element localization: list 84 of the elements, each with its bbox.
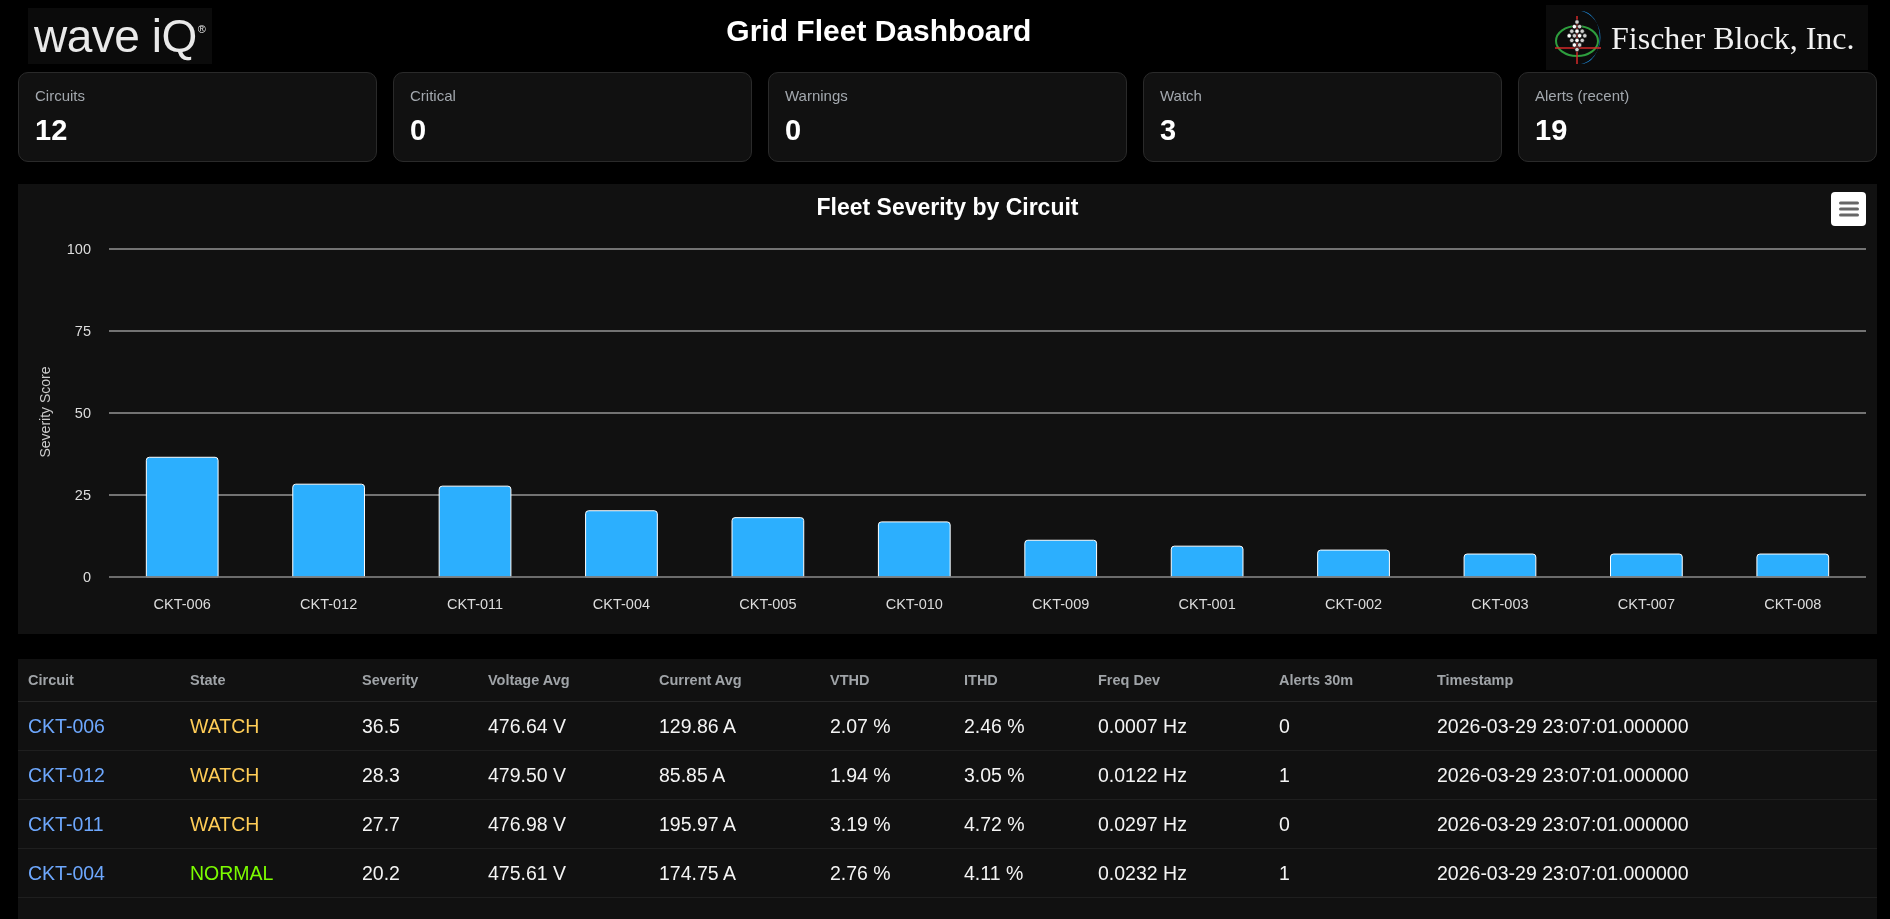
circuit-link[interactable]: CKT-012 — [28, 763, 105, 786]
column-header: Voltage Avg — [478, 659, 649, 702]
dashboard-title: Grid Fleet Dashboard — [726, 13, 1032, 48]
column-header: Severity — [352, 659, 478, 702]
category-label: CKT-010 — [885, 596, 943, 612]
kpi-value: 3 — [1160, 113, 1178, 147]
table-cell: 2026-03-29 23:07:01.000000 — [1427, 750, 1877, 800]
table-cell: 3.05 % — [954, 750, 1088, 800]
category-label: CKT-005 — [739, 596, 797, 612]
category-label: CKT-004 — [592, 596, 651, 612]
kpi-value: 12 — [35, 113, 69, 147]
category-label: CKT-002 — [1324, 596, 1383, 612]
table-cell: 1.94 % — [820, 750, 954, 800]
table-cell: 1 — [1269, 750, 1427, 800]
logo: wave iQ$^{®}$ — [28, 8, 212, 64]
column-header: Circuit — [18, 659, 180, 702]
category-label: CKT-003 — [1471, 596, 1529, 612]
chart-menu-button[interactable] — [1831, 192, 1866, 226]
axis-title: Severity Score — [37, 366, 53, 458]
table-cell: 0.0232 Hz — [1088, 848, 1269, 898]
kpi-value: 0 — [410, 113, 428, 147]
column-header: Freq Dev — [1088, 659, 1269, 702]
table-cell: 85.85 A — [649, 750, 820, 800]
table-cell: 0.0122 Hz — [1088, 750, 1269, 800]
state-label: WATCH — [190, 763, 260, 786]
state-label: WATCH — [190, 812, 260, 835]
company-name: Fischer Block, Inc. — [1611, 18, 1855, 57]
kpi-label: Circuits — [35, 87, 86, 105]
table-cell: 2026-03-29 23:07:01.000000 — [1427, 848, 1877, 898]
table-cell: 475.61 V — [478, 848, 649, 898]
table-cell: 2026-03-29 23:07:01.000000 — [1427, 799, 1877, 849]
table-cell: 28.3 — [352, 750, 478, 800]
table-cell: 36.5 — [352, 701, 478, 751]
column-header: VTHD — [820, 659, 954, 702]
kpi-label: Watch — [1160, 87, 1203, 105]
kpi-label: Alerts (recent) — [1535, 87, 1631, 105]
table-cell: 476.64 V — [478, 701, 649, 751]
category-label: CKT-001 — [1178, 596, 1236, 612]
table-cell: 0 — [1269, 701, 1427, 751]
table-cell: 4.72 % — [954, 799, 1088, 849]
menu-icon — [1838, 201, 1859, 217]
table-cell: 3.19 % — [820, 799, 954, 849]
kpi-label: Warnings — [785, 87, 849, 105]
table-cell: 27.7 — [352, 799, 478, 849]
table-cell: 479.50 V — [478, 750, 649, 800]
axis-tick-label: 50 — [74, 405, 91, 421]
table-cell: 2.07 % — [820, 701, 954, 751]
circuit-link[interactable]: CKT-004 — [28, 861, 105, 884]
state-label: WATCH — [190, 714, 260, 737]
column-header: State — [180, 659, 352, 702]
table-cell: 129.86 A — [649, 701, 820, 751]
column-header: ITHD — [954, 659, 1088, 702]
table-cell: 2026-03-29 23:07:01.000000 — [1427, 701, 1877, 751]
column-header: Alerts 30m — [1269, 659, 1427, 702]
circuit-link[interactable]: CKT-011 — [28, 812, 104, 835]
axis-tick-label: 100 — [66, 241, 91, 257]
table-cell: 2.46 % — [954, 701, 1088, 751]
category-label: CKT-006 — [153, 596, 211, 612]
circuit-link[interactable]: CKT-006 — [28, 714, 105, 737]
category-label: CKT-012 — [300, 596, 358, 612]
category-label: CKT-011 — [446, 596, 504, 612]
state-label: NORMAL — [190, 861, 274, 884]
table-cell: 174.75 A — [649, 848, 820, 898]
kpi-value: 19 — [1535, 113, 1569, 147]
kpi-value: 0 — [785, 113, 803, 147]
category-label: CKT-007 — [1617, 596, 1675, 612]
table-cell: 0.0297 Hz — [1088, 799, 1269, 849]
category-label: CKT-009 — [1032, 596, 1090, 612]
category-label: CKT-008 — [1764, 596, 1822, 612]
chart-title: Fleet Severity by Circuit — [816, 194, 1079, 220]
table-cell: 195.97 A — [649, 799, 820, 849]
table-cell: 0 — [1269, 799, 1427, 849]
column-header: Timestamp — [1427, 659, 1877, 702]
axis-tick-label: 75 — [74, 323, 91, 339]
table-cell: 20.2 — [352, 848, 478, 898]
kpi-label: Critical — [410, 87, 457, 105]
table-cell: 476.98 V — [478, 799, 649, 849]
column-header: Current Avg — [649, 659, 820, 702]
axis-tick-label: 25 — [74, 487, 91, 503]
table-cell: 1 — [1269, 848, 1427, 898]
table-cell: 0.0007 Hz — [1088, 701, 1269, 751]
table-cell: 4.11 % — [954, 848, 1088, 898]
table-cell: 2.76 % — [820, 848, 954, 898]
axis-tick-label: 0 — [82, 569, 91, 585]
